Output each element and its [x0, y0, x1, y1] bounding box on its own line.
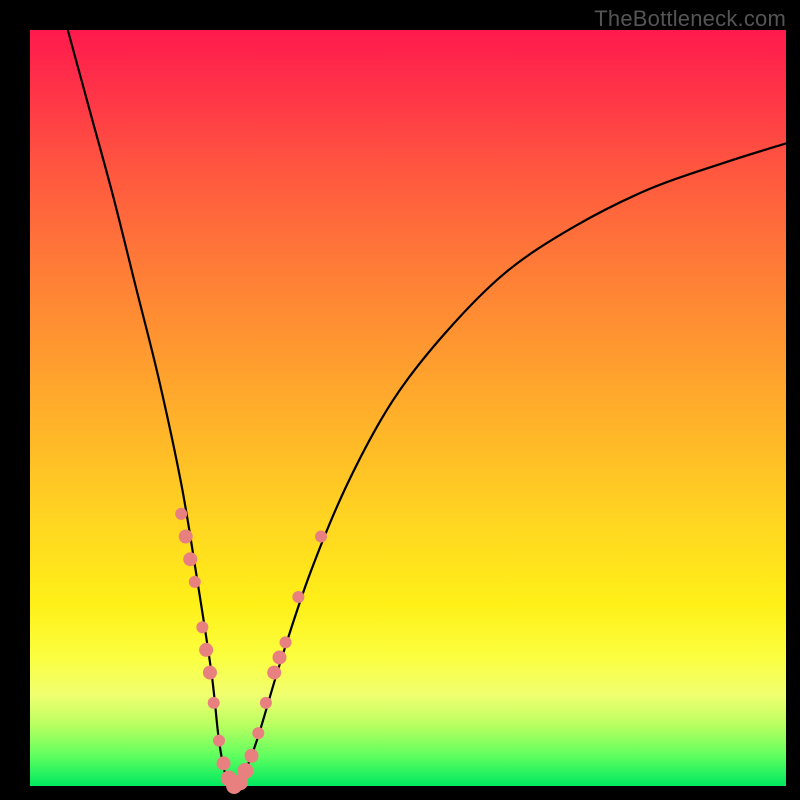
plot-area: [30, 30, 786, 786]
data-marker: [280, 636, 292, 648]
data-marker: [179, 530, 193, 544]
data-marker: [208, 697, 220, 709]
data-marker: [175, 508, 187, 520]
data-marker: [203, 666, 217, 680]
marker-group: [175, 508, 327, 794]
data-marker: [260, 697, 272, 709]
data-marker: [189, 576, 201, 588]
data-marker: [267, 666, 281, 680]
data-marker: [183, 552, 197, 566]
data-marker: [245, 749, 259, 763]
chart-svg: [30, 30, 786, 786]
data-marker: [217, 756, 231, 770]
data-marker: [315, 531, 327, 543]
data-marker: [213, 735, 225, 747]
data-marker: [199, 643, 213, 657]
chart-frame: TheBottleneck.com: [0, 0, 800, 800]
curve-group: [68, 30, 786, 786]
watermark-text: TheBottleneck.com: [594, 6, 786, 32]
data-marker: [237, 763, 253, 779]
data-marker: [272, 650, 286, 664]
bottleneck-curve: [68, 30, 786, 786]
data-marker: [292, 591, 304, 603]
data-marker: [252, 727, 264, 739]
data-marker: [196, 621, 208, 633]
